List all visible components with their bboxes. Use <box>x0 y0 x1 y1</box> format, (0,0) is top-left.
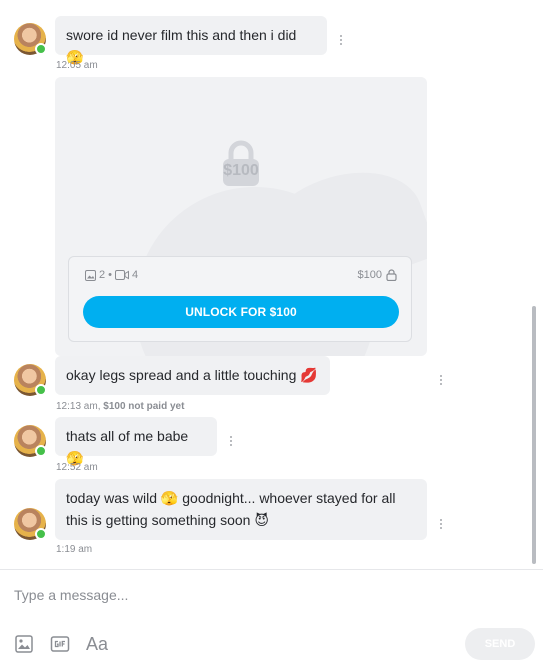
composer-divider <box>0 569 543 570</box>
message-timestamp: 12:52 am <box>56 462 98 473</box>
online-status-dot <box>35 445 47 457</box>
locked-price-overlay: $100 <box>223 162 259 179</box>
online-status-dot <box>35 528 47 540</box>
message-text: swore id never film this and then i did … <box>66 27 297 65</box>
locked-media-card: $100 2 • 4 $100 UNLOCK FOR $100 <box>55 77 427 356</box>
message-text: okay legs spread and a little touching 💋 <box>66 367 318 383</box>
image-upload-icon[interactable] <box>14 634 34 654</box>
separator-dot: • <box>108 269 112 281</box>
message-text: today was wild 🫣 goodnight... whoever st… <box>66 490 396 528</box>
small-lock-icon <box>386 269 397 281</box>
online-status-dot <box>35 384 47 396</box>
video-icon <box>114 270 129 280</box>
message-input[interactable] <box>14 584 514 606</box>
media-counts: 2 • 4 <box>85 269 138 281</box>
avatar[interactable] <box>14 364 47 396</box>
image-icon <box>85 269 96 281</box>
gif-icon[interactable] <box>50 634 70 654</box>
ppv-price-text: $100 <box>357 269 382 281</box>
message-timestamp: 12:05 am <box>56 60 98 71</box>
send-button[interactable]: SEND <box>465 628 535 660</box>
text-format-button[interactable]: Aa <box>86 634 108 654</box>
avatar[interactable] <box>14 425 47 457</box>
payment-status: $100 not paid yet <box>103 401 185 412</box>
avatar[interactable] <box>14 508 47 540</box>
scrollbar[interactable] <box>532 306 536 564</box>
message-thread[interactable]: swore id never film this and then i did … <box>0 0 537 568</box>
message-timestamp: 1:19 am <box>56 544 93 555</box>
message-options-icon[interactable] <box>436 373 446 387</box>
ppv-price: $100 <box>358 269 397 281</box>
chat-window: swore id never film this and then i did … <box>0 0 543 668</box>
message-text: thats all of me babe 🫣 <box>66 428 189 466</box>
video-count: 4 <box>131 269 139 281</box>
message-timestamp: 12:13 am, <box>56 401 101 412</box>
avatar[interactable] <box>14 23 47 55</box>
ppv-info-box: 2 • 4 $100 UNLOCK FOR $100 <box>68 256 412 342</box>
message-options-icon[interactable] <box>436 517 446 531</box>
message-bubble: thats all of me babe 🫣 <box>55 417 217 466</box>
message-bubble: okay legs spread and a little touching 💋 <box>55 356 330 395</box>
message-bubble: swore id never film this and then i did … <box>55 16 327 65</box>
unlock-button[interactable]: UNLOCK FOR $100 <box>83 296 399 328</box>
message-options-icon[interactable] <box>336 33 346 47</box>
message-options-icon[interactable] <box>226 434 236 448</box>
message-bubble: today was wild 🫣 goodnight... whoever st… <box>55 479 427 540</box>
message-meta: 12:13 am, $100 not paid yet <box>56 401 184 412</box>
photo-count: 2 <box>99 269 106 281</box>
online-status-dot <box>35 43 47 55</box>
